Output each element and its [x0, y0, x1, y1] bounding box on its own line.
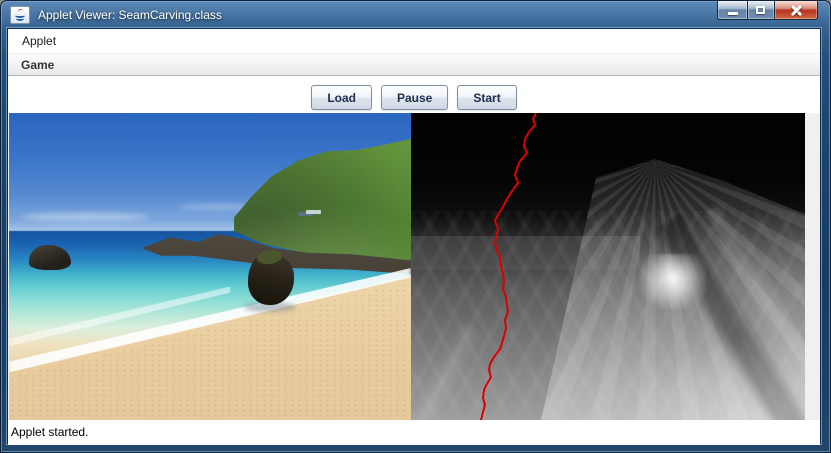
- standing-rock: [248, 253, 294, 305]
- menu-game[interactable]: Game: [21, 58, 54, 72]
- applet-viewer-window: Applet Viewer: SeamCarving.class Applet …: [0, 0, 831, 453]
- seam-overlay: [411, 113, 805, 420]
- pause-button[interactable]: Pause: [381, 85, 448, 110]
- client-area: Applet Game Load Pause Start: [8, 29, 820, 443]
- minimum-seam-line: [481, 113, 536, 420]
- beach-photo: [9, 113, 411, 420]
- titlebar[interactable]: Applet Viewer: SeamCarving.class: [1, 1, 830, 29]
- applet-menubar: Applet: [8, 29, 820, 54]
- maximize-button[interactable]: [747, 1, 775, 20]
- applet-canvas: [8, 113, 820, 420]
- toolbar: Load Pause Start: [8, 76, 820, 113]
- close-button[interactable]: [775, 1, 818, 20]
- minimize-button[interactable]: [717, 1, 747, 20]
- load-button[interactable]: Load: [311, 85, 372, 110]
- start-button[interactable]: Start: [457, 85, 516, 110]
- energy-map: [411, 113, 805, 420]
- cloud: [21, 213, 150, 221]
- java-icon: [10, 6, 30, 24]
- window-title: Applet Viewer: SeamCarving.class: [38, 8, 222, 22]
- rock-in-water: [29, 245, 71, 270]
- status-text: Applet started.: [11, 425, 88, 439]
- close-icon: [790, 4, 802, 16]
- game-menubar: Game: [8, 54, 820, 76]
- window-controls: [717, 1, 818, 20]
- maximize-icon: [756, 6, 765, 14]
- status-bar: Applet started.: [8, 420, 820, 445]
- java-cup-icon: [14, 9, 26, 21]
- menu-applet[interactable]: Applet: [22, 34, 56, 48]
- minimize-icon: [728, 12, 738, 15]
- hillside-structures: [306, 210, 320, 214]
